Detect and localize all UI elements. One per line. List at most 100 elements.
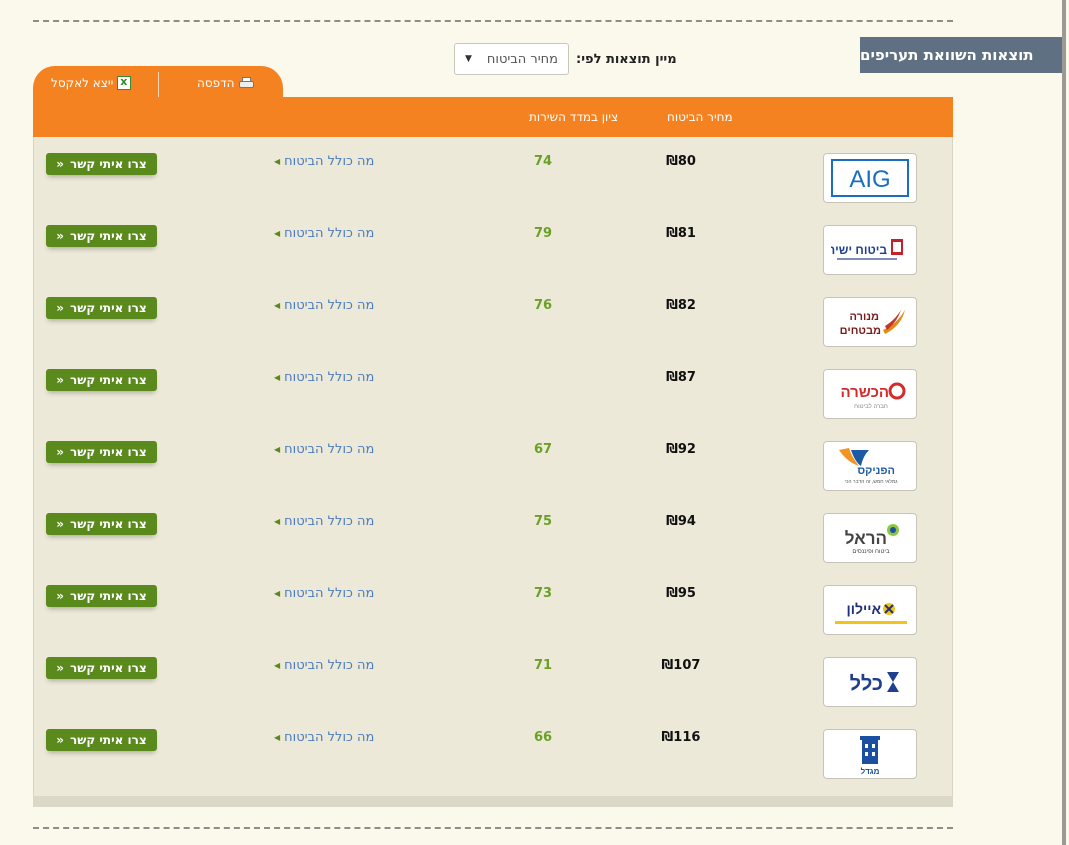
contact-me-button[interactable]: צרו איתי קשר « bbox=[46, 153, 157, 175]
company-logo: הראל ביטוח ופיננסים bbox=[823, 513, 917, 563]
chevron-down-icon: ▼ bbox=[465, 54, 472, 64]
double-chevron-icon: « bbox=[56, 301, 65, 315]
svg-text:AIG: AIG bbox=[849, 166, 890, 193]
coverage-label: מה כולל הביטוח bbox=[284, 154, 375, 169]
contact-me-button[interactable]: צרו איתי קשר « bbox=[46, 369, 157, 391]
svg-text:מנורה: מנורה bbox=[850, 311, 880, 323]
company-logo: מגדל bbox=[823, 729, 917, 779]
double-chevron-icon: « bbox=[56, 229, 65, 243]
contact-me-label: צרו איתי קשר bbox=[70, 301, 147, 315]
coverage-link[interactable]: ◀ מה כולל הביטוח bbox=[274, 370, 374, 385]
insurance-price: ₪94 bbox=[666, 514, 696, 529]
contact-me-label: צרו איתי קשר bbox=[70, 157, 147, 171]
contact-me-button[interactable]: צרו איתי קשר « bbox=[46, 585, 157, 607]
svg-text:ביטוח ופיננסים: ביטוח ופיננסים bbox=[852, 549, 890, 555]
contact-me-button[interactable]: צרו איתי קשר « bbox=[46, 657, 157, 679]
company-logo: איילון bbox=[823, 585, 917, 635]
coverage-link[interactable]: ◀ מה כולל הביטוח bbox=[274, 586, 374, 601]
page-right-border bbox=[1062, 0, 1066, 845]
export-excel-label: ייצא לאקסל bbox=[51, 76, 114, 90]
coverage-label: מה כולל הביטוח bbox=[284, 298, 375, 313]
service-score: 75 bbox=[533, 514, 553, 529]
svg-text:גמלאי חמש, זה הדבר הכי: גמלאי חמש, זה הדבר הכי bbox=[844, 478, 897, 485]
contact-me-button[interactable]: צרו איתי קשר « bbox=[46, 297, 157, 319]
double-chevron-icon: « bbox=[56, 517, 65, 531]
coverage-link[interactable]: ◀ מה כולל הביטוח bbox=[274, 154, 374, 169]
insurance-price: ₪95 bbox=[666, 586, 696, 601]
table-row: צרו איתי קשר « ◀ מה כולל הביטוח 66 ₪116 מגדל bbox=[33, 714, 953, 786]
sort-select[interactable]: ▼ מחיר הביטוח bbox=[454, 43, 569, 75]
triangle-left-icon: ◀ bbox=[274, 733, 281, 742]
insurance-price: ₪87 bbox=[666, 370, 696, 385]
contact-me-label: צרו איתי קשר bbox=[70, 517, 147, 531]
company-logo: AIG bbox=[823, 153, 917, 203]
printer-icon bbox=[238, 76, 254, 90]
coverage-label: מה כולל הביטוח bbox=[284, 370, 375, 385]
coverage-link[interactable]: ◀ מה כולל הביטוח bbox=[274, 730, 374, 745]
coverage-link[interactable]: ◀ מה כולל הביטוח bbox=[274, 226, 374, 241]
triangle-left-icon: ◀ bbox=[274, 445, 281, 454]
table-row: צרו איתי קשר « ◀ מה כולל הביטוח 76 ₪82 מנורה מב… bbox=[33, 282, 953, 354]
svg-text:הכשרה: הכשרה bbox=[840, 384, 889, 401]
insurance-price: ₪81 bbox=[666, 226, 696, 241]
sort-label: מיין תוצאות לפי: bbox=[576, 52, 677, 67]
insurance-price: ₪116 bbox=[661, 730, 701, 745]
double-chevron-icon: « bbox=[56, 589, 65, 603]
svg-text:הראל: הראל bbox=[845, 529, 887, 548]
svg-text:חברה לביטוח: חברה לביטוח bbox=[854, 402, 888, 410]
contact-me-button[interactable]: צרו איתי קשר « bbox=[46, 513, 157, 535]
coverage-label: מה כולל הביטוח bbox=[284, 226, 375, 241]
double-chevron-icon: « bbox=[56, 373, 65, 387]
triangle-left-icon: ◀ bbox=[274, 229, 281, 238]
contact-me-label: צרו איתי קשר bbox=[70, 229, 147, 243]
contact-me-button[interactable]: צרו איתי קשר « bbox=[46, 729, 157, 751]
export-excel-button[interactable]: ייצא לאקסל bbox=[51, 75, 132, 90]
service-score: 67 bbox=[533, 442, 553, 457]
table-row: צרו איתי קשר « ◀ מה כולל הביטוח 73 ₪95 איילון bbox=[33, 570, 953, 642]
table-footer bbox=[33, 796, 953, 807]
column-header-price: מחיר הביטוח bbox=[667, 110, 733, 124]
svg-text:איילון: איילון bbox=[847, 601, 882, 617]
column-header-score: ציון במדד השירות bbox=[529, 110, 619, 124]
coverage-label: מה כולל הביטוח bbox=[284, 586, 375, 601]
coverage-link[interactable]: ◀ מה כולל הביטוח bbox=[274, 442, 374, 457]
service-score: 74 bbox=[533, 154, 553, 169]
service-score: 71 bbox=[533, 658, 553, 673]
double-chevron-icon: « bbox=[56, 445, 65, 459]
service-score: 66 bbox=[533, 730, 553, 745]
contact-me-label: צרו איתי קשר bbox=[70, 445, 147, 459]
triangle-left-icon: ◀ bbox=[274, 589, 281, 598]
double-chevron-icon: « bbox=[56, 157, 65, 171]
print-button[interactable]: הדפסה bbox=[197, 76, 254, 90]
company-logo: הפניקס גמלאי חמש, זה הדבר הכי bbox=[823, 441, 917, 491]
company-logo: הכשרה חברה לביטוח bbox=[823, 369, 917, 419]
coverage-link[interactable]: ◀ מה כולל הביטוח bbox=[274, 298, 374, 313]
triangle-left-icon: ◀ bbox=[274, 373, 281, 382]
divider-top bbox=[33, 20, 953, 22]
company-logo: מנורה מבטחים bbox=[823, 297, 917, 347]
svg-text:הפניקס: הפניקס bbox=[857, 465, 895, 477]
results-title: תוצאות השוואת תעריפים bbox=[860, 37, 1062, 73]
coverage-label: מה כולל הביטוח bbox=[284, 514, 375, 529]
excel-icon bbox=[117, 75, 132, 90]
insurance-price: ₪82 bbox=[666, 298, 696, 313]
coverage-label: מה כולל הביטוח bbox=[284, 442, 375, 457]
print-label: הדפסה bbox=[197, 76, 235, 90]
table-row: צרו איתי קשר « ◀ מה כולל הביטוח 71 ₪107 כלל bbox=[33, 642, 953, 714]
coverage-label: מה כולל הביטוח bbox=[284, 730, 375, 745]
service-score: 79 bbox=[533, 226, 553, 241]
contact-me-label: צרו איתי קשר bbox=[70, 589, 147, 603]
table-row: צרו איתי קשר « ◀ מה כולל הביטוח 75 ₪94 הראל ביט… bbox=[33, 498, 953, 570]
coverage-link[interactable]: ◀ מה כולל הביטוח bbox=[274, 658, 374, 673]
contact-me-button[interactable]: צרו איתי קשר « bbox=[46, 441, 157, 463]
contact-me-label: צרו איתי קשר bbox=[70, 373, 147, 387]
coverage-label: מה כולל הביטוח bbox=[284, 658, 375, 673]
contact-me-label: צרו איתי קשר bbox=[70, 733, 147, 747]
double-chevron-icon: « bbox=[56, 733, 65, 747]
table-row: צרו איתי קשר « ◀ מה כולל הביטוח ₪87 הכשרה חברה… bbox=[33, 354, 953, 426]
svg-text:ביטוח ישיר: ביטוח ישיר bbox=[831, 243, 887, 257]
contact-me-button[interactable]: צרו איתי קשר « bbox=[46, 225, 157, 247]
coverage-link[interactable]: ◀ מה כולל הביטוח bbox=[274, 514, 374, 529]
service-score: 73 bbox=[533, 586, 553, 601]
sort-selected-value: מחיר הביטוח bbox=[486, 51, 558, 67]
